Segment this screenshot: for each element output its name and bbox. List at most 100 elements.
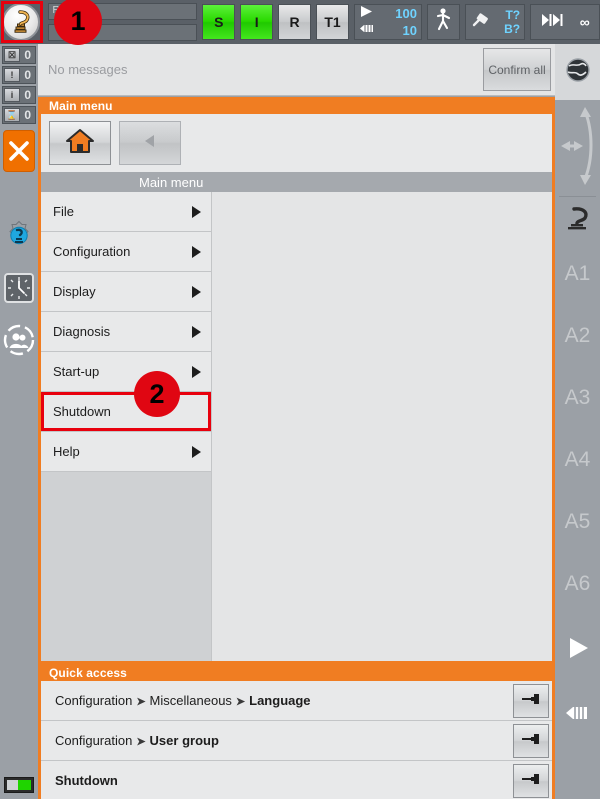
chevron-right-icon <box>192 445 201 458</box>
menu-item-diagnosis[interactable]: Diagnosis <box>41 312 211 352</box>
battery-indicator <box>4 777 34 793</box>
confirm-all-button[interactable]: Confirm all <box>483 48 551 91</box>
user-group-icon <box>3 324 35 361</box>
clock-button[interactable] <box>0 264 38 316</box>
state-message-icon: ! <box>4 68 20 82</box>
clock-icon <box>3 272 35 309</box>
crumb-part: User group <box>149 733 219 748</box>
crumb-part: Configuration <box>55 693 133 708</box>
axis-label-a5: A5 <box>564 510 591 533</box>
waiting-messages-counter[interactable]: ⌛ 0 <box>2 106 36 124</box>
menu-item-shutdown[interactable]: Shutdown <box>41 392 211 432</box>
robot-interpreter-button[interactable]: I <box>240 4 274 40</box>
menu-item-file[interactable]: File <box>41 192 211 232</box>
quick-access-panel-title: Quick access <box>49 666 127 680</box>
main-menu-logo-button[interactable] <box>0 0 43 44</box>
increment-button[interactable]: ∞ <box>530 4 600 40</box>
main-menu-panel-body: Main menu File Configuration Display Dia… <box>41 114 552 661</box>
jog-direction-indicator <box>555 100 600 196</box>
crumb-separator: ➤ <box>136 696 146 708</box>
crumb-part: Language <box>249 693 311 708</box>
increment-icon <box>541 12 565 33</box>
menu-item-start-up[interactable]: Start-up <box>41 352 211 392</box>
tool-base-button[interactable]: T? B? <box>464 4 526 40</box>
back-arrow-icon <box>140 132 160 155</box>
hand-icon <box>359 22 376 40</box>
menu-item-label: Diagnosis <box>53 324 111 339</box>
pin-button[interactable] <box>513 683 549 718</box>
acknowledge-count: 0 <box>24 48 31 62</box>
base-label: B? <box>504 22 521 36</box>
crumb-separator: ➤ <box>136 736 146 748</box>
battery-charge-segment <box>17 780 31 790</box>
menu-item-label: File <box>53 204 74 219</box>
play-icon <box>565 635 591 666</box>
operating-mode-button[interactable]: T1 <box>316 4 349 40</box>
tool-icon <box>470 11 492 34</box>
quick-access-list: Configuration➤Miscellaneous➤Language <box>41 681 552 799</box>
main-menu-panel-title: Main menu <box>49 99 113 113</box>
quick-access-label: Configuration ➤ User group <box>55 733 219 748</box>
message-counters: ☒ 0 ! 0 i 0 ⌛ 0 <box>0 44 38 124</box>
notification-message-icon: i <box>4 88 20 102</box>
jog-mouse-button[interactable] <box>555 685 600 745</box>
crumb-part: Configuration <box>55 733 133 748</box>
waiting-message-icon: ⌛ <box>4 108 20 122</box>
program-start-button[interactable] <box>555 615 600 685</box>
breadcrumb: Main menu <box>41 172 552 192</box>
robot-axis-button[interactable] <box>555 197 600 243</box>
close-window-button[interactable] <box>3 130 35 172</box>
crumb-separator: ➤ <box>235 696 246 708</box>
jog-direction-arrows-icon <box>559 103 597 194</box>
chevron-right-icon <box>192 205 201 218</box>
override-button[interactable]: 100 10 <box>353 4 422 40</box>
main-menu-toolbar <box>41 114 552 172</box>
state-messages-counter[interactable]: ! 0 <box>2 66 36 84</box>
tool-label: T? <box>505 8 521 22</box>
motion-mode-button[interactable] <box>426 4 460 40</box>
chevron-right-icon <box>192 285 201 298</box>
waiting-count: 0 <box>24 108 31 122</box>
crumb-part: Miscellaneous <box>149 693 232 708</box>
step-badge-2: 2 <box>134 371 180 417</box>
axis-label-a3: A3 <box>564 386 591 409</box>
user-group-button[interactable] <box>0 316 38 368</box>
quick-access-item-user-group[interactable]: Configuration ➤ User group <box>41 721 552 761</box>
quick-access-item-language[interactable]: Configuration ➤ Miscellaneous ➤ Language <box>41 681 552 721</box>
menu-item-label: Help <box>53 444 80 459</box>
submit-interpreter-button[interactable]: S <box>202 4 236 40</box>
robot-axis-icon <box>564 205 592 236</box>
axis-label-a6: A6 <box>564 572 591 595</box>
axis-label-a4: A4 <box>564 448 591 471</box>
pin-icon <box>520 772 542 789</box>
world-coordinate-icon <box>564 56 592 89</box>
menu-item-configuration[interactable]: Configuration <box>41 232 211 272</box>
menu-item-display[interactable]: Display <box>41 272 211 312</box>
home-button[interactable] <box>49 121 111 165</box>
message-text: No messages <box>48 62 128 77</box>
pin-button[interactable] <box>513 723 549 758</box>
coordinate-system-button[interactable] <box>555 44 600 100</box>
back-button[interactable] <box>119 121 181 165</box>
quick-access-panel: Quick access Configuration ➤ Miscellaneous… <box>38 664 555 799</box>
menu-content-pane <box>211 192 552 661</box>
left-sidebar: ☒ 0 ! 0 i 0 ⌛ 0 <box>0 44 38 799</box>
notification-messages-counter[interactable]: i 0 <box>2 86 36 104</box>
quick-access-item-shutdown[interactable]: Shutdown <box>41 761 552 799</box>
acknowledge-messages-counter[interactable]: ☒ 0 <box>2 46 36 64</box>
acknowledge-message-icon: ☒ <box>4 48 20 62</box>
robot-configuration-button[interactable] <box>0 212 38 264</box>
chevron-right-icon <box>192 245 201 258</box>
menu-item-help[interactable]: Help <box>41 432 211 472</box>
pin-button[interactable] <box>513 763 549 798</box>
axis-label-a1: A1 <box>564 262 591 285</box>
close-x-icon <box>7 139 31 163</box>
program-override-value: 100 <box>395 6 417 21</box>
state-count: 0 <box>24 68 31 82</box>
home-icon <box>65 127 95 160</box>
message-bar[interactable]: No messages Confirm all <box>38 44 555 96</box>
drives-button[interactable]: R <box>278 4 312 40</box>
quick-access-label: Shutdown <box>55 773 118 788</box>
increment-value: ∞ <box>579 14 590 30</box>
